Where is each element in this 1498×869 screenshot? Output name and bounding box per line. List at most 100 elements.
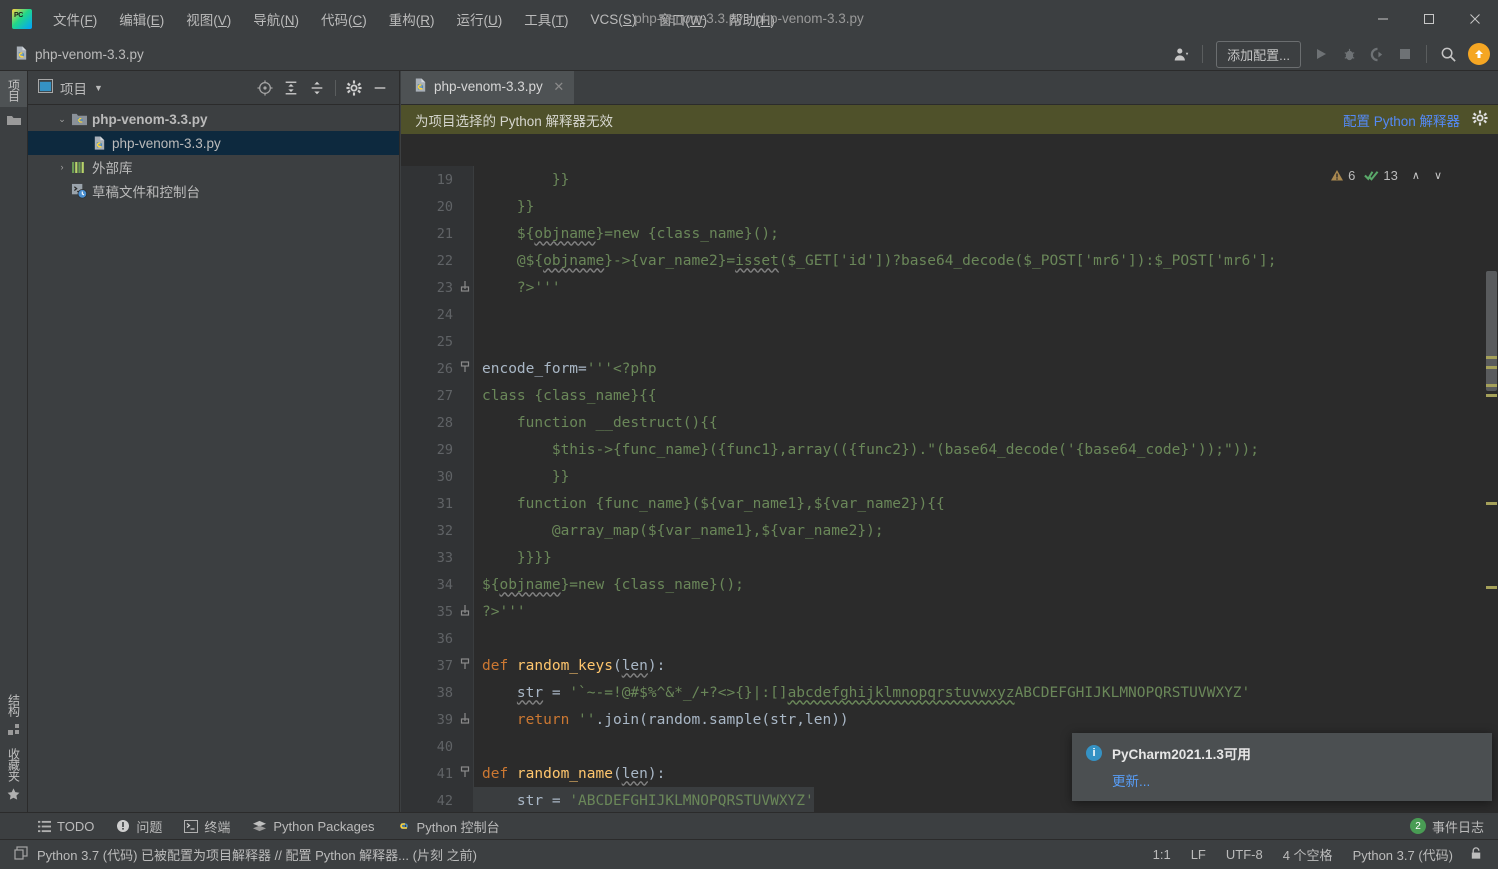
stop-button[interactable] [1392, 41, 1418, 67]
code-line[interactable]: 33 }}}} [401, 544, 1498, 571]
code-line[interactable]: 34 ${objname}=new {class_name}(); [401, 571, 1498, 598]
debug-button[interactable] [1336, 41, 1362, 67]
previous-problem-icon[interactable]: ∧ [1412, 169, 1420, 182]
tool-python-packages[interactable]: Python Packages [252, 819, 375, 834]
fold-marker-start[interactable] [457, 658, 473, 673]
add-configuration-button[interactable]: 添加配置... [1216, 40, 1301, 68]
update-available-icon[interactable] [1468, 43, 1490, 65]
strip-button-folder[interactable] [0, 107, 27, 133]
fold-marker-end[interactable] [457, 712, 473, 727]
close-icon[interactable]: ✕ [552, 79, 566, 95]
line-separator[interactable]: LF [1181, 847, 1216, 862]
code-line[interactable]: 32 @array_map(${var_name1},${var_name2})… [401, 517, 1498, 544]
error-stripe-mark[interactable] [1486, 586, 1497, 589]
locate-icon[interactable] [253, 76, 277, 100]
tool-python-console[interactable]: Python 控制台 [397, 817, 500, 836]
code-line[interactable]: 37 def random_keys(len): [401, 652, 1498, 679]
code-line[interactable]: 29 $this->{func_name}({func1},array(({fu… [401, 436, 1498, 463]
lock-icon[interactable] [1463, 846, 1488, 864]
file-encoding[interactable]: UTF-8 [1216, 847, 1273, 862]
editor-tab-php-venom[interactable]: php-venom-3.3.py ✕ [401, 71, 574, 104]
fold-marker-end[interactable] [457, 604, 473, 619]
code-line[interactable]: 24 [401, 301, 1498, 328]
chevron-right-icon[interactable]: › [54, 162, 70, 172]
menu-view[interactable]: 视图(V) [175, 5, 242, 33]
balloon-update-link[interactable]: 更新... [1112, 770, 1150, 790]
error-stripe-mark[interactable] [1486, 366, 1497, 369]
menu-edit[interactable]: 编辑(E) [108, 5, 175, 33]
menu-code[interactable]: 代码(C) [310, 5, 378, 33]
menu-window[interactable]: 窗口(W) [647, 5, 718, 33]
caret-position[interactable]: 1:1 [1143, 847, 1181, 862]
code-line[interactable]: 30 }} [401, 463, 1498, 490]
hide-panel-icon[interactable] [368, 76, 392, 100]
menu-refactor[interactable]: 重构(R) [378, 5, 446, 33]
tree-node-external-libraries[interactable]: › 外部库 [28, 155, 399, 179]
close-button[interactable] [1452, 0, 1498, 38]
tree-node-project-root[interactable]: ⌄ php-venom-3.3.py [28, 107, 399, 131]
tool-terminal[interactable]: 终端 [184, 817, 230, 836]
strip-button-favorites[interactable]: 收藏夹 [0, 742, 27, 812]
collapse-all-icon[interactable] [305, 76, 329, 100]
checkmark-icon [1364, 171, 1379, 181]
code-line[interactable]: 35 ?>''' [401, 598, 1498, 625]
breadcrumb-file[interactable]: php-venom-3.3.py [35, 47, 144, 62]
code-line[interactable]: 38 str = '`~-=!@#$%^&*_/+?<>{}|:[]abcdef… [401, 679, 1498, 706]
code-line[interactable]: 31 function {func_name}(${var_name1},${v… [401, 490, 1498, 517]
tree-node-python-file[interactable]: php-venom-3.3.py [28, 131, 399, 155]
menu-navigate[interactable]: 导航(N) [242, 5, 310, 33]
tool-todo[interactable]: TODO [38, 819, 94, 834]
ok-count-indicator[interactable]: 13 [1364, 168, 1398, 183]
error-stripe-mark[interactable] [1486, 384, 1497, 387]
code-line[interactable]: 26 encode_form = '''<?php [401, 355, 1498, 382]
user-account-icon[interactable] [1168, 41, 1194, 67]
project-folder-icon [70, 112, 88, 127]
code-line[interactable]: 22 @${objname}->{var_name2}=isset($_GET[… [401, 247, 1498, 274]
chevron-down-icon[interactable]: ⌄ [54, 114, 70, 125]
status-message[interactable]: Python 3.7 (代码) 已被配置为项目解释器 // 配置 Python … [37, 845, 477, 864]
error-stripe-mark[interactable] [1486, 356, 1497, 359]
editor-scrollbar[interactable] [1484, 166, 1498, 812]
code-line[interactable]: 25 [401, 328, 1498, 355]
warning-count-indicator[interactable]: 6 [1330, 168, 1355, 183]
code-line[interactable]: 23 ?>''' [401, 274, 1498, 301]
menu-vcs[interactable]: VCS(S) [580, 8, 648, 31]
code-line[interactable]: 28 function __destruct(){{ [401, 409, 1498, 436]
interpreter-selector[interactable]: Python 3.7 (代码) [1343, 845, 1463, 864]
menu-file[interactable]: 文件(F) [42, 5, 108, 33]
scrollbar-thumb[interactable] [1486, 271, 1497, 391]
code-line[interactable]: 27 class {class_name}{{ [401, 382, 1498, 409]
status-message-group[interactable]: Python 3.7 (代码) 已被配置为项目解释器 // 配置 Python … [10, 845, 477, 864]
next-problem-icon[interactable]: ∨ [1434, 169, 1442, 182]
settings-gear-icon[interactable] [1472, 110, 1488, 129]
fold-marker-start[interactable] [457, 361, 473, 376]
expand-all-icon[interactable] [279, 76, 303, 100]
error-stripe-mark[interactable] [1486, 502, 1497, 505]
code-line[interactable]: 20 }} [401, 193, 1498, 220]
update-notification-balloon[interactable]: i PyCharm2021.1.3可用 更新... [1072, 733, 1492, 801]
minimize-button[interactable] [1360, 0, 1406, 38]
strip-button-project[interactable]: 项目 [0, 71, 27, 107]
event-log-group[interactable]: 2 事件日志 [1409, 817, 1498, 836]
fold-marker-start[interactable] [457, 766, 473, 781]
maximize-button[interactable] [1406, 0, 1452, 38]
configure-interpreter-link[interactable]: 配置 Python 解释器 [1343, 110, 1460, 130]
menu-run[interactable]: 运行(U) [446, 5, 514, 33]
tool-problems[interactable]: 问题 [116, 817, 162, 836]
code-line[interactable]: 39 return '' .join(random.sample(str,len)… [401, 706, 1498, 733]
run-coverage-button[interactable] [1364, 41, 1390, 67]
fold-marker-end[interactable] [457, 280, 473, 295]
tree-node-scratches[interactable]: 草稿文件和控制台 [28, 179, 399, 203]
indent-setting[interactable]: 4 个空格 [1273, 845, 1343, 864]
code-line[interactable]: 36 [401, 625, 1498, 652]
chevron-down-icon[interactable]: ▼ [94, 83, 103, 93]
search-everywhere-icon[interactable] [1435, 41, 1461, 67]
run-button[interactable] [1308, 41, 1334, 67]
code-line[interactable]: 21 ${objname}=new {class_name}(); [401, 220, 1498, 247]
menu-tools[interactable]: 工具(T) [513, 5, 579, 33]
settings-gear-icon[interactable] [342, 76, 366, 100]
code-editor[interactable]: 6 13 ∧ ∨ 19 }} 20}} 21 ${objname}=new {… [401, 166, 1498, 812]
error-stripe-mark[interactable] [1486, 394, 1497, 397]
strip-button-structure[interactable]: 结构 [0, 688, 27, 742]
menu-help[interactable]: 帮助(H) [718, 5, 786, 33]
